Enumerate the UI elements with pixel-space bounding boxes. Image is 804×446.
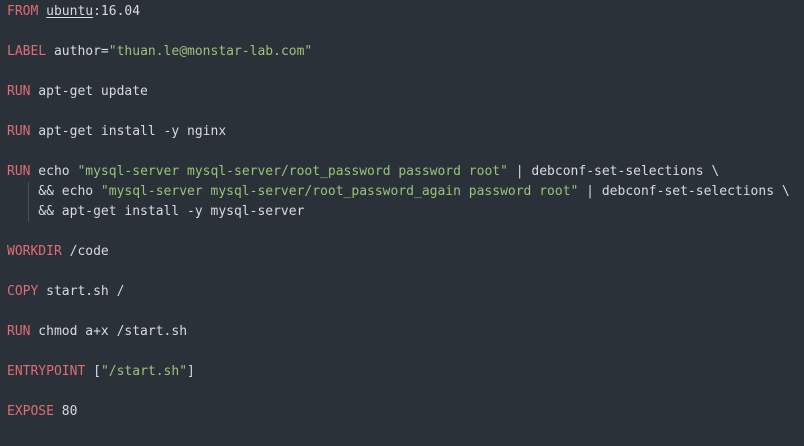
command-text: | debconf-set-selections \ [507, 164, 720, 179]
code-editor[interactable]: FROM ubuntu:16.04 LABEL author="thuan.le… [0, 0, 804, 446]
code-line-expose: EXPOSE 80 [7, 402, 77, 422]
keyword: RUN [7, 324, 31, 339]
keyword: COPY [7, 284, 39, 299]
command-text: 80 [53, 404, 78, 419]
image-tag: :16.04 [93, 4, 141, 19]
command-text: && apt-get install -y mysql-server [7, 204, 305, 219]
keyword: LABEL [7, 44, 47, 59]
keyword: EXPOSE [7, 404, 54, 419]
command-text: && echo [7, 184, 101, 199]
command-text: start.sh / [38, 284, 125, 299]
keyword: RUN [7, 124, 31, 139]
keyword: ENTRYPOINT [7, 364, 86, 379]
string-literal: "thuan.le@monstar-lab.com" [108, 44, 313, 59]
code-line-run-chmod: RUN chmod a+x /start.sh [7, 322, 187, 342]
keyword: RUN [7, 84, 31, 99]
code-line-copy: COPY start.sh / [7, 282, 124, 302]
command-text: /code [61, 244, 109, 259]
label-key: author= [46, 44, 109, 59]
keyword: WORKDIR [7, 244, 62, 259]
code-line-continuation-echo: && echo "mysql-server mysql-server/root_… [7, 182, 790, 202]
command-text: apt-get install -y nginx [30, 124, 227, 139]
string-literal: "mysql-server mysql-server/root_password… [77, 164, 508, 179]
keyword: RUN [7, 164, 31, 179]
command-text: | debconf-set-selections \ [578, 184, 790, 199]
code-line-label: LABEL author="thuan.le@monstar-lab.com" [7, 42, 312, 62]
code-line-continuation-install: && apt-get install -y mysql-server [7, 202, 304, 222]
command-text: chmod a+x /start.sh [30, 324, 188, 339]
command-text: [ [85, 364, 101, 379]
code-line-run-nginx: RUN apt-get install -y nginx [7, 122, 226, 142]
code-line-from: FROM ubuntu:16.04 [7, 2, 140, 22]
code-line-workdir: WORKDIR /code [7, 242, 109, 262]
code-line-entrypoint: ENTRYPOINT ["/start.sh"] [7, 362, 195, 382]
code-line-run-update: RUN apt-get update [7, 82, 148, 102]
command-text: apt-get update [30, 84, 148, 99]
code-line-run-echo: RUN echo "mysql-server mysql-server/root… [7, 162, 719, 182]
command-text: echo [30, 164, 78, 179]
command-text: ] [187, 364, 195, 379]
keyword: FROM [7, 4, 39, 19]
string-literal: "/start.sh" [100, 364, 188, 379]
image-name: ubuntu [46, 4, 94, 19]
string-literal: "mysql-server mysql-server/root_password… [100, 184, 579, 199]
